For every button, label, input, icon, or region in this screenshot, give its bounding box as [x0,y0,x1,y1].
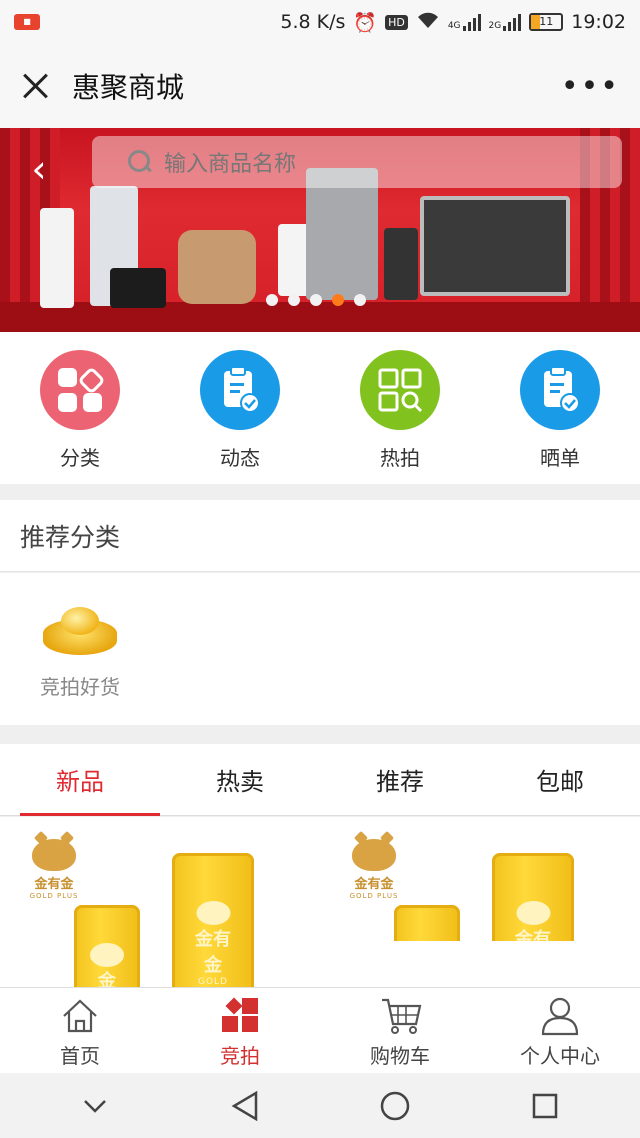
banner-stage [0,302,640,332]
section-heading-recommended: 推荐分类 [0,500,640,572]
network-speed: 5.8 K/s [280,11,346,33]
nav-label: 竞拍 [220,1044,260,1068]
search-input[interactable]: 输入商品名称 [164,146,296,178]
wine-cooler-image [384,228,418,300]
recommended-item[interactable]: 竞拍好货 [20,599,140,700]
product-card[interactable]: 金有金 GOLD PLUS 金有金 GOLD PLUS 金有金 [0,817,320,987]
pig-logo-icon [32,839,76,871]
tab-free-shipping[interactable]: 包邮 [480,744,640,815]
brand-logo: 金有金 GOLD PLUS [24,839,84,900]
product-card[interactable]: 金有金 GOLD PLUS 金有金 [320,817,640,987]
search-icon [128,150,152,174]
quick-nav-category[interactable]: 分类 [0,332,160,484]
bottom-nav: 首页 竞拍 购物车 个人中心 [0,987,640,1073]
gold-bar-image: 金有金 [492,853,574,941]
home-circle-icon[interactable] [365,1084,425,1128]
tab-new[interactable]: 新品 [0,744,160,816]
quick-nav-label: 热拍 [380,446,420,470]
quick-nav-label: 动态 [220,446,260,470]
signal-4g-icon: 4G [448,13,481,31]
quick-nav-label: 分类 [60,446,100,470]
alarm-icon: ⏰ [353,11,378,34]
oven-image [420,196,570,296]
nav-label: 首页 [60,1044,100,1068]
pager-dot-active[interactable] [332,294,344,306]
appliance-aircon-image [40,208,74,308]
banner-pager [266,294,366,306]
hd-badge: HD [385,14,408,30]
recommended-item-label: 竞拍好货 [40,675,120,699]
home-icon [60,996,100,1036]
category-icon [40,350,120,430]
pager-dot[interactable] [310,294,322,306]
more-menu-button[interactable]: ••• [561,69,620,104]
recommended-categories: 竞拍好货 [0,573,640,725]
rice-cooker-image [178,230,256,304]
page-title: 惠聚商城 [72,71,185,104]
pager-dot[interactable] [288,294,300,306]
chevron-down-icon[interactable] [65,1084,125,1128]
nav-auction[interactable]: 竞拍 [160,988,320,1073]
back-triangle-icon[interactable] [215,1084,275,1128]
quick-nav-updates[interactable]: 动态 [160,332,320,484]
search-bar[interactable]: 输入商品名称 [92,136,622,188]
clipboard-check-icon [520,350,600,430]
quick-nav-showcase[interactable]: 晒单 [480,332,640,484]
grid-search-icon [360,350,440,430]
wifi-icon [416,11,440,34]
appliance-tv-image [110,268,166,308]
tab-recommended[interactable]: 推荐 [320,744,480,815]
tab-hot[interactable]: 热卖 [160,744,320,815]
quick-nav-label: 晒单 [540,446,580,470]
battery-icon: 11 [529,13,564,31]
system-nav-bar [0,1073,640,1138]
nav-label: 个人中心 [520,1044,600,1068]
gold-bar-image [394,905,460,941]
app-notification-icon: ■ [14,14,40,30]
pager-dot[interactable] [266,294,278,306]
nav-label: 购物车 [370,1044,430,1068]
gold-bar-image: 金有金 [74,905,140,987]
status-bar: ■ 5.8 K/s ⏰ HD 4G 2G 11 19:02 [0,0,640,44]
nav-cart[interactable]: 购物车 [320,988,480,1073]
product-tabs: 新品 热卖 推荐 包邮 [0,744,640,816]
clock: 19:02 [571,11,626,33]
clipboard-check-icon [200,350,280,430]
gold-ingot-icon [41,599,119,661]
quick-nav-hot[interactable]: 热拍 [320,332,480,484]
recents-square-icon[interactable] [515,1084,575,1128]
signal-2g-icon: 2G [489,13,522,31]
gold-bar-image: 金有金 GOLD PLUS [172,853,254,987]
cart-icon [380,996,422,1036]
auction-icon [220,996,260,1036]
user-icon [540,996,580,1036]
promo-banner[interactable]: ‹ 输入商品名称 [0,128,640,332]
quick-nav: 分类 动态 热拍 晒单 [0,332,640,484]
product-image-clip: 金有金 [320,817,640,941]
product-grid: 金有金 GOLD PLUS 金有金 GOLD PLUS 金有金 金有金 GOLD… [0,817,640,987]
nav-home[interactable]: 首页 [0,988,160,1073]
title-bar: 惠聚商城 ••• [0,44,640,128]
pager-dot[interactable] [354,294,366,306]
nav-profile[interactable]: 个人中心 [480,988,640,1073]
banner-back-icon[interactable]: ‹ [22,144,56,194]
close-icon[interactable] [20,70,52,102]
